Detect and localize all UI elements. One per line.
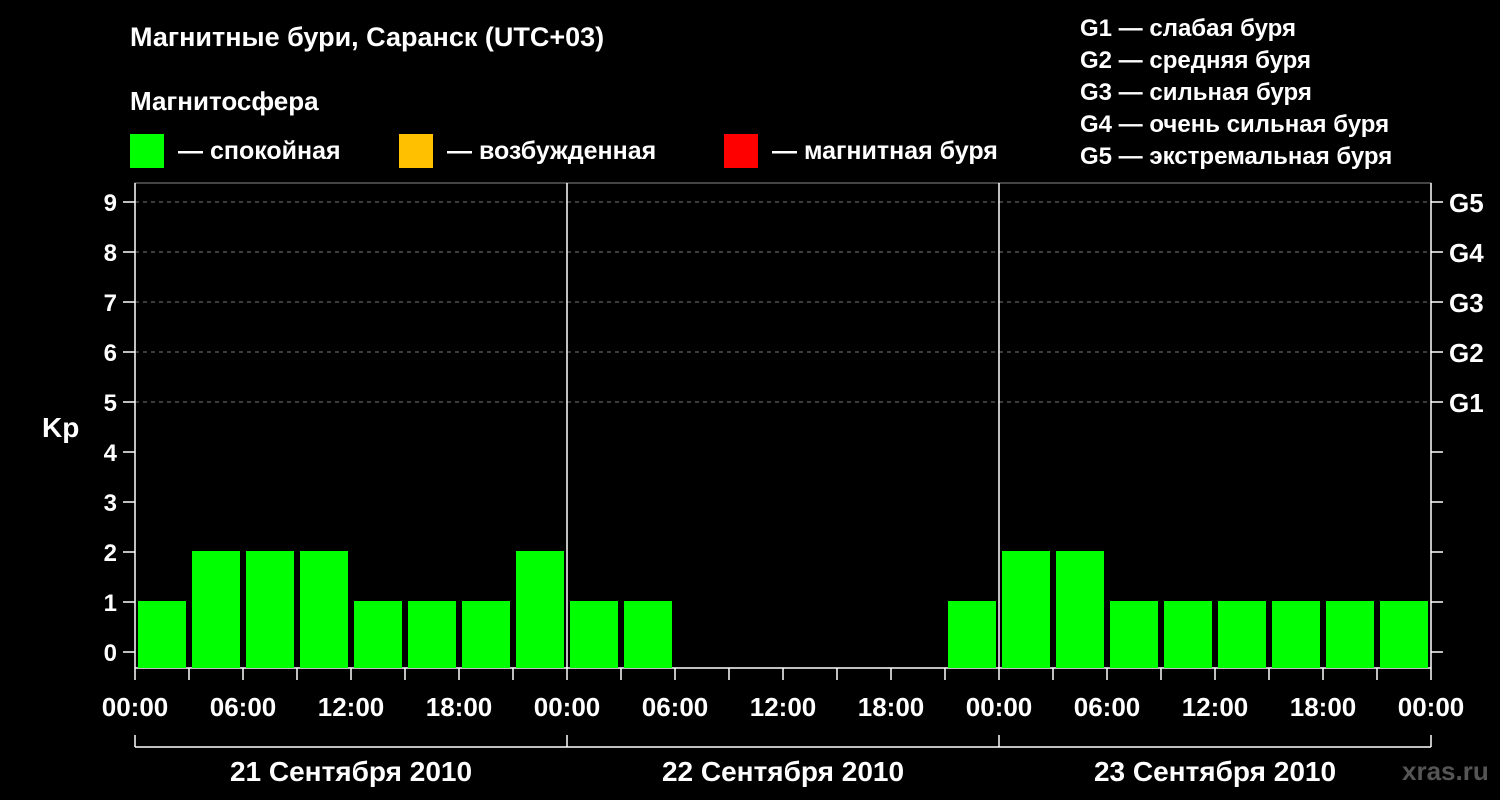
- x-tick-label: 06:00: [1074, 692, 1141, 722]
- kp-bar: [1164, 601, 1212, 668]
- x-tick-label: 18:00: [1290, 692, 1357, 722]
- kp-bar: [624, 601, 672, 668]
- x-tick-label: 12:00: [1182, 692, 1249, 722]
- g-scale-label: G1: [1449, 388, 1484, 418]
- y-tick-label: 8: [104, 240, 117, 267]
- kp-bar: [1056, 551, 1104, 668]
- y-tick-label: 9: [104, 190, 117, 217]
- x-tick-label: 06:00: [210, 692, 277, 722]
- y-tick-label: 6: [104, 340, 117, 367]
- x-tick-label: 06:00: [642, 692, 709, 722]
- g-scale-label: G5: [1449, 188, 1484, 218]
- kp-bar: [570, 601, 618, 668]
- y-tick-label: 3: [104, 490, 117, 517]
- date-label: 21 Сентября 2010: [230, 756, 472, 787]
- g-scale-label: G2: [1449, 338, 1484, 368]
- kp-bar: [408, 601, 456, 668]
- kp-bar: [192, 551, 240, 668]
- kp-bar: [516, 551, 564, 668]
- y-tick-label: 2: [104, 540, 117, 567]
- x-tick-label: 12:00: [318, 692, 385, 722]
- kp-bar: [1380, 601, 1428, 668]
- kp-bar: [354, 601, 402, 668]
- kp-bar: [246, 551, 294, 668]
- kp-bar: [1326, 601, 1374, 668]
- kp-bar: [1002, 551, 1050, 668]
- date-label: 22 Сентября 2010: [662, 756, 904, 787]
- kp-bar: [1110, 601, 1158, 668]
- watermark: xras.ru: [1402, 756, 1489, 786]
- date-label: 23 Сентября 2010: [1094, 756, 1336, 787]
- kp-bar: [1218, 601, 1266, 668]
- x-tick-label: 00:00: [534, 692, 601, 722]
- x-tick-label: 18:00: [426, 692, 493, 722]
- kp-bar: [948, 601, 996, 668]
- x-tick-label: 00:00: [1398, 692, 1465, 722]
- y-tick-label: 7: [104, 290, 117, 317]
- x-tick-label: 18:00: [858, 692, 925, 722]
- kp-bar: [1272, 601, 1320, 668]
- y-tick-label: 1: [104, 590, 117, 617]
- kp-bar: [138, 601, 186, 668]
- g-scale-label: G3: [1449, 288, 1484, 318]
- kp-chart: 0 1 2 3 4 5 6 7 8 9 G1 G2 G3 G4 G5 00:00 06:00 12:00 18:00…: [102, 182, 1484, 787]
- kp-bar: [300, 551, 348, 668]
- x-tick-label: 00:00: [966, 692, 1033, 722]
- y-tick-label: 0: [104, 640, 117, 667]
- g-scale-label: G4: [1449, 238, 1484, 268]
- y-tick-label: 5: [104, 390, 117, 417]
- x-tick-label: 00:00: [102, 692, 169, 722]
- x-tick-label: 12:00: [750, 692, 817, 722]
- y-tick-label: 4: [104, 440, 118, 467]
- kp-bar: [462, 601, 510, 668]
